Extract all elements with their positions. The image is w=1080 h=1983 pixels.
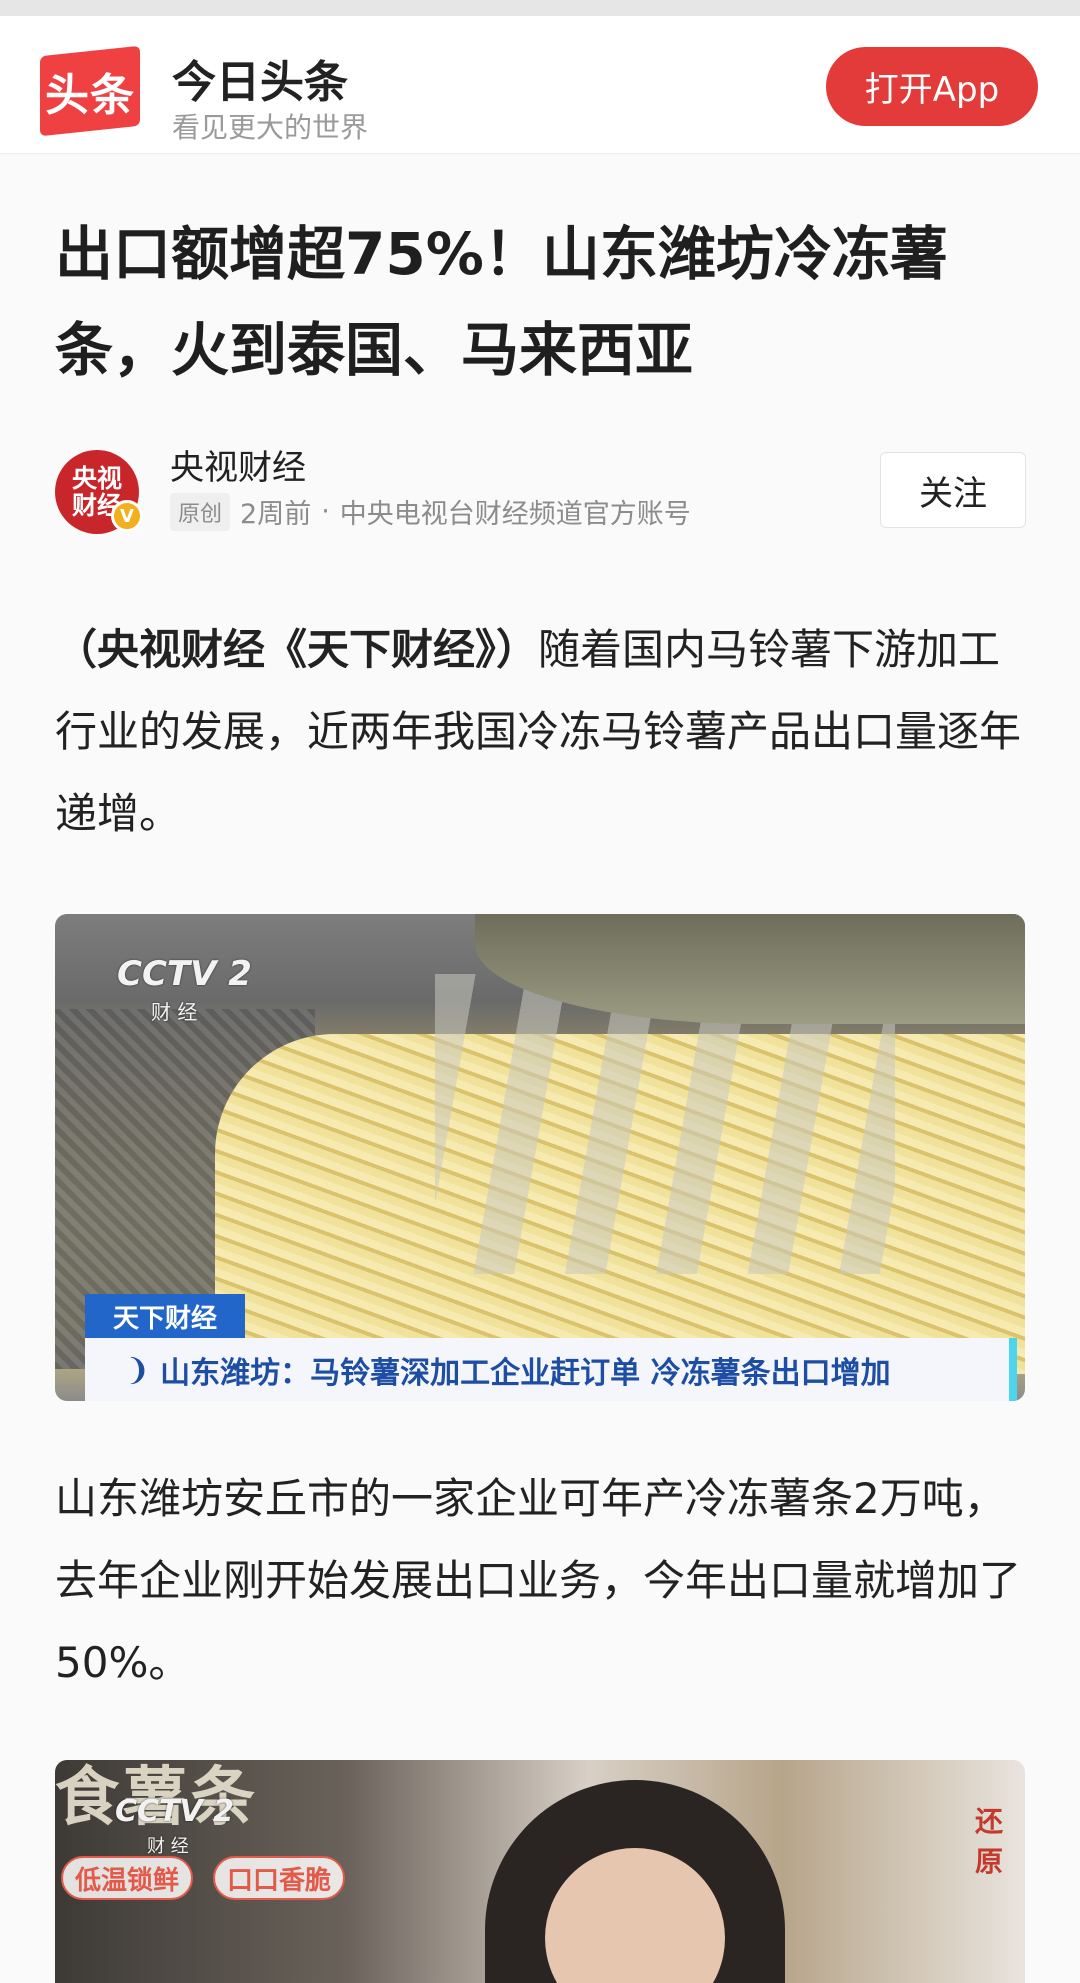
avatar-text-line1: 央视 [71,464,122,493]
news-caption-bar: ❩ 山东潍坊：马铃薯深加工企业赶订单 冷冻薯条出口增加 [85,1338,1017,1401]
publish-time: 2周前 [240,499,312,530]
side-sign-text: 还原 [975,1805,1004,1878]
program-tag: 天下财经 [85,1294,245,1338]
article-image-1[interactable]: CCTV 2 财 经 天下财经 ❩ 山东潍坊：马铃薯深加工企业赶订单 冷冻薯条出… [55,914,1025,1401]
feature-badge-crispy: 口口香脆 [213,1856,346,1900]
status-strip [0,0,1080,16]
verified-icon: V [111,500,143,532]
open-app-button[interactable]: 打开App [826,47,1038,126]
cctv-logo: CCTV 2 [115,1794,235,1829]
logo-text: 头条 [45,70,135,121]
cctv-channel-sub: 财 经 [151,1000,198,1024]
feature-badge-fresh: 低温锁鲜 [61,1856,194,1900]
original-badge: 原创 [170,492,231,531]
paragraph-1: （央视财经《天下财经》）随着国内马铃薯下游加工行业的发展，近两年我国冷冻马铃薯产… [55,609,1030,855]
paragraph-2: 山东潍坊安丘市的一家企业可年产冷冻薯条2万吨，去年企业刚开始发展出口业务，今年出… [55,1474,1022,1687]
news-caption-text: 山东潍坊：马铃薯深加工企业赶订单 冷冻薯条出口增加 [160,1356,891,1391]
paragraph-1-source: （央视财经《天下财经》） [55,625,539,674]
author-row: 央视 财经 V 央视财经 原创 2周前 · 中央电视台财经频道官方账号 关注 [55,440,1030,540]
meta-separator: · [321,496,330,527]
toutiao-logo[interactable]: 头条 [40,45,140,137]
cctv-channel-sub: 财 经 [147,1836,189,1857]
author-description: 中央电视台财经频道官方账号 [339,499,691,530]
app-name: 今日头条 [172,57,348,108]
app-header: 头条 今日头条 看见更大的世界 打开App [0,16,1080,154]
author-name[interactable]: 央视财经 [170,440,306,489]
cctv-logo: CCTV 2 [117,954,252,994]
author-meta: 原创 2周前 · 中央电视台财经频道官方账号 [170,492,691,531]
follow-button[interactable]: 关注 [880,452,1026,528]
swirl-icon: ❩ [125,1352,151,1388]
app-slogan: 看见更大的世界 [172,111,369,144]
article-title: 出口额增超75%！山东潍坊冷冻薯条，火到泰国、马来西亚 [55,220,948,384]
article-image-2[interactable]: 食薯条 CCTV 2 财 经 低温锁鲜 口口香脆 还原 [55,1760,1025,1983]
